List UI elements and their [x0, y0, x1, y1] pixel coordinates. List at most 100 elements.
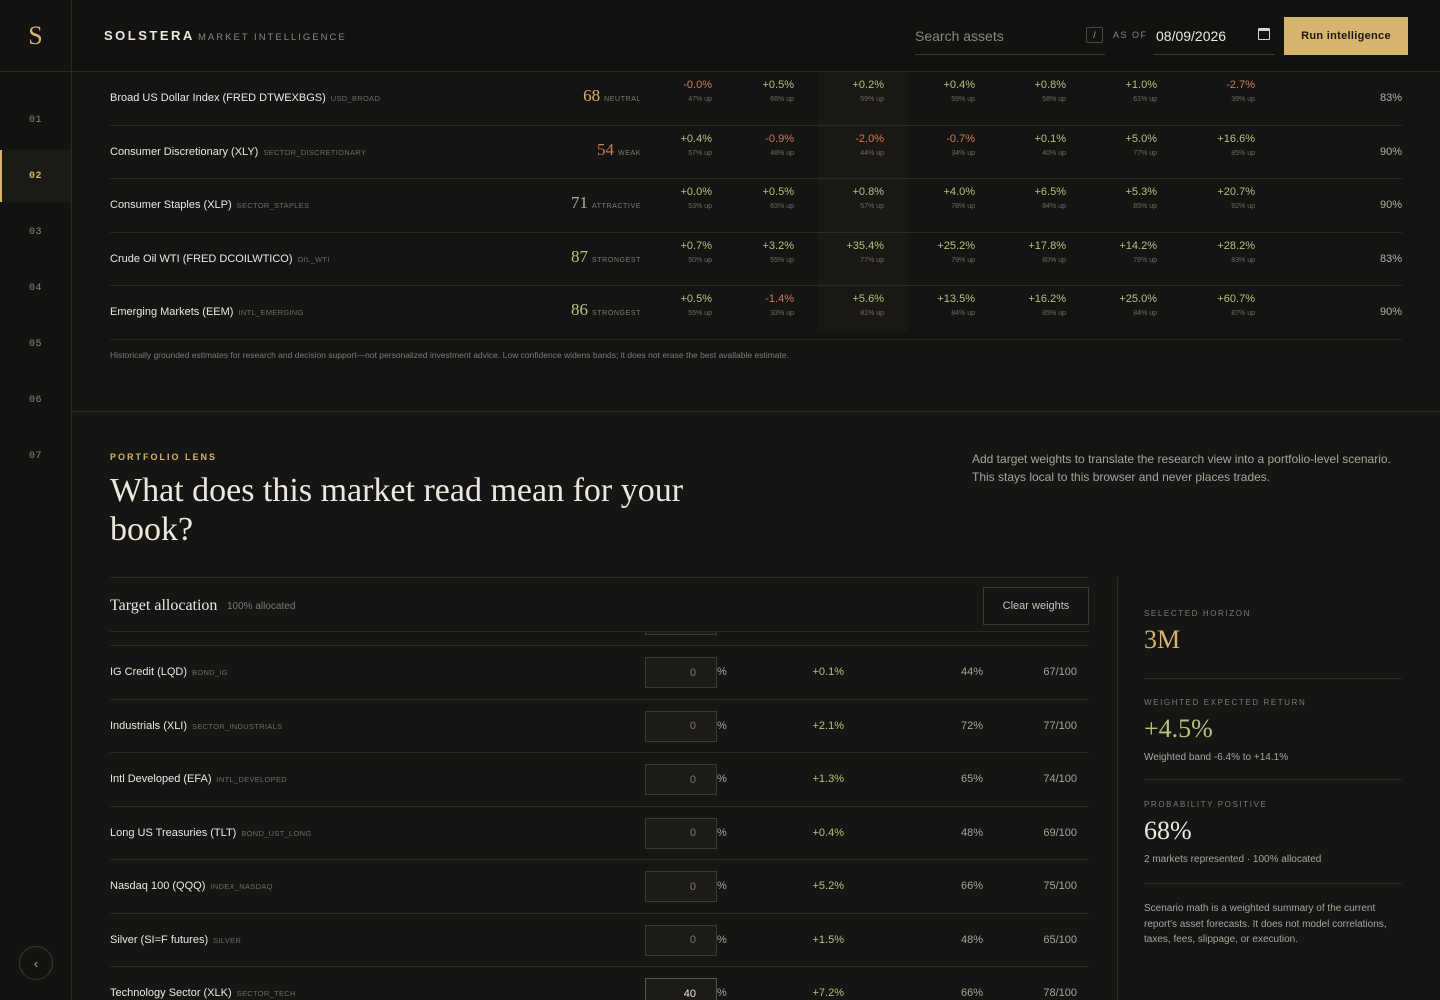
- weight-input[interactable]: [645, 764, 717, 795]
- asset-name: Consumer Discretionary (XLY) SECTOR_DISCR…: [110, 146, 366, 158]
- probability-positive: 65%: [960, 773, 983, 785]
- nav-item-02[interactable]: 02: [0, 150, 71, 202]
- probability-up: 78% up: [951, 203, 975, 210]
- nav-item-04[interactable]: 04: [0, 262, 71, 314]
- weight-input[interactable]: [645, 978, 717, 1000]
- calendar-icon[interactable]: [1258, 28, 1270, 40]
- signal-score: 71 ATTRACTIVE: [571, 193, 641, 213]
- expected-return: -0.7%: [946, 132, 975, 145]
- nav-item-07[interactable]: 07: [0, 430, 71, 482]
- score-value: 54: [596, 139, 614, 159]
- probability-up: 85% up: [1231, 149, 1255, 157]
- expected-return: +0.4%: [943, 79, 976, 91]
- probability-note: 2 markets represented · 100% allocated: [1144, 854, 1322, 865]
- section-eyebrow: PORTFOLIO LENS: [110, 452, 218, 462]
- confidence-value: 90%: [1379, 145, 1402, 158]
- clear-weights-button[interactable]: Clear weights: [983, 587, 1089, 625]
- probability-up: 57% up: [688, 149, 712, 157]
- probability-positive: 66%: [960, 880, 983, 892]
- nav-item-03[interactable]: 03: [0, 206, 71, 258]
- signal-score: 67/100: [1043, 666, 1077, 678]
- table-row: [110, 632, 1089, 646]
- signal-score: 68 NEUTRAL: [583, 86, 641, 106]
- percent-sign: %: [717, 880, 727, 892]
- probability-up: 83% up: [1231, 256, 1255, 264]
- brand-name: SOLSTERA: [104, 28, 195, 43]
- horizon-cell: +5.6% 81% up: [814, 293, 885, 317]
- collapse-sidebar-button[interactable]: ‹: [19, 946, 53, 980]
- asset-code: SECTOR_INDUSTRIALS: [192, 721, 283, 731]
- nav-item-06[interactable]: 06: [0, 374, 71, 426]
- probability-up: 58% up: [1042, 96, 1066, 103]
- expected-return: +1.3%: [812, 773, 845, 785]
- weight-input[interactable]: [645, 924, 717, 956]
- allocation-status: 100% allocated: [227, 601, 296, 612]
- expected-return: +0.8%: [1034, 79, 1067, 91]
- probability-up: 76% up: [1133, 256, 1157, 264]
- table-row[interactable]: Emerging Markets (EEM) INTL_EMERGING 86 STR…: [110, 286, 1402, 340]
- probability-up: 39% up: [1231, 96, 1255, 103]
- asset-name: Technology Sector (XLK) SECTOR_TECH: [110, 987, 296, 999]
- search-input[interactable]: [915, 18, 1105, 55]
- table-row[interactable]: Consumer Discretionary (XLY) SECTOR_DISCR…: [110, 126, 1402, 179]
- run-intelligence-button[interactable]: Run intelligence: [1284, 17, 1408, 55]
- asset-label: Broad US Dollar Index (FRED DTWEXBGS): [110, 92, 326, 104]
- expected-return: +5.3%: [1125, 186, 1158, 198]
- weight-input[interactable]: [645, 632, 717, 635]
- table-row: Intl Developed (EFA) INTL_DEVELOPED% +1.3%…: [110, 753, 1089, 807]
- expected-return: +25.0%: [1119, 293, 1157, 305]
- asset-code: SILVER: [213, 935, 242, 945]
- probability-up: 47% up: [688, 96, 712, 103]
- table-row[interactable]: Crude Oil WTI (FRED DCOILWTICO) OIL_WTI 87…: [110, 233, 1402, 286]
- as-of-date-input[interactable]: 08/09/2026: [1153, 18, 1275, 55]
- probability-block: PROBABILITY POSITIVE 68% 2 markets repre…: [1144, 800, 1402, 884]
- nav-item-05[interactable]: 05: [0, 318, 71, 370]
- horizon-cell: +1.0% 61% up: [1087, 79, 1158, 103]
- asset-label: Silver (SI=F futures): [110, 933, 209, 946]
- brand-logo[interactable]: S: [0, 0, 71, 72]
- probability-up: 44% up: [860, 149, 884, 157]
- horizon-cell: +4.0% 78% up: [905, 186, 976, 210]
- allocation-list[interactable]: IG Credit (LQD) BOND_IG% +0.1% 44% 67/100 Ind…: [110, 632, 1089, 1000]
- probability-up: 57% up: [860, 203, 884, 210]
- probability-up: 79% up: [951, 256, 975, 264]
- allocation-title: Target allocation: [110, 597, 218, 614]
- horizon-cell: +0.8% 58% up: [996, 79, 1067, 103]
- table-row[interactable]: Broad US Dollar Index (FRED DTWEXBGS) USD…: [110, 72, 1402, 126]
- expected-return: -2.0%: [855, 132, 884, 145]
- weight-input[interactable]: [645, 710, 717, 742]
- table-row[interactable]: Consumer Staples (XLP) SECTOR_STAPLES 71 AT…: [110, 179, 1402, 233]
- nav-item-01[interactable]: 01: [0, 94, 71, 146]
- slash-shortcut-icon: /: [1086, 27, 1103, 43]
- horizon-cell: -0.0% 47% up: [642, 79, 712, 103]
- probability-up: 61% up: [1133, 96, 1157, 103]
- weight-input[interactable]: [645, 817, 717, 849]
- probability-up: 85% up: [1133, 203, 1157, 210]
- weight-input[interactable]: [645, 657, 717, 688]
- asset-label: Consumer Staples (XLP): [110, 199, 232, 211]
- forecast-table: Broad US Dollar Index (FRED DTWEXBGS) USD…: [72, 72, 1440, 412]
- score-value: 87: [571, 246, 589, 266]
- horizon-cell: +0.5% 66% up: [724, 79, 795, 103]
- horizon-cell: +16.6% 85% up: [1185, 133, 1255, 157]
- expected-return: +1.0%: [1125, 79, 1158, 91]
- horizon-cell: -2.0% 44% up: [814, 133, 884, 157]
- expected-return: +0.8%: [852, 186, 885, 198]
- asset-code: INTL_DEVELOPED: [216, 775, 287, 784]
- probability-up: 63% up: [770, 203, 794, 210]
- horizon-cell: +5.0% 77% up: [1087, 133, 1158, 157]
- scenario-footnote: Scenario math is a weighted summary of t…: [1144, 903, 1387, 945]
- scenario-summary: SELECTED HORIZON 3M WEIGHTED EXPECTED RE…: [1117, 577, 1440, 1000]
- return-block: WEIGHTED EXPECTED RETURN +4.5% Weighted …: [1144, 698, 1402, 780]
- score-label: NEUTRAL: [604, 96, 641, 103]
- horizon-cell: +6.5% 84% up: [996, 186, 1067, 210]
- asset-name: Crude Oil WTI (FRED DCOILWTICO) OIL_WTI: [110, 253, 330, 265]
- score-label: ATTRACTIVE: [591, 203, 641, 210]
- section-description: Add target weights to translate the rese…: [972, 452, 1391, 484]
- sidebar: S 01 02 03 04 05 06 07 ‹: [0, 0, 72, 1000]
- percent-sign: %: [717, 826, 727, 839]
- probability-up: 84% up: [1133, 310, 1157, 317]
- weight-input[interactable]: [645, 871, 717, 902]
- expected-return: +5.6%: [852, 293, 885, 305]
- expected-return: +2.1%: [812, 719, 845, 732]
